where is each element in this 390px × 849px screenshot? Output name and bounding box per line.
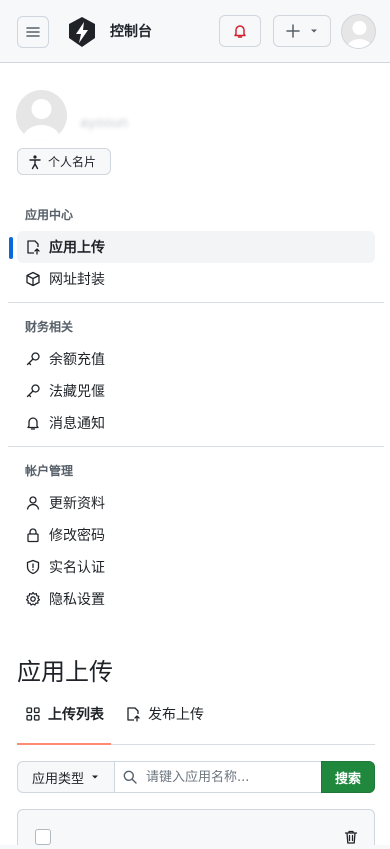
sidebar-item-privacy[interactable]: 隐私设置	[17, 583, 375, 615]
gear-icon	[25, 591, 41, 607]
sidebar-item-update-profile[interactable]: 更新资料	[17, 487, 375, 519]
sidebar-item-label: 消息通知	[49, 416, 105, 432]
caret-down-icon	[90, 772, 100, 782]
section-title-account: 帐户管理	[25, 464, 74, 478]
divider	[8, 302, 384, 303]
upload-file-icon	[125, 706, 141, 722]
sidebar-item-recharge[interactable]: 余额充值	[17, 343, 375, 375]
tab-label: 发布上传	[148, 707, 204, 723]
tab-label: 上传列表	[48, 707, 104, 723]
create-new-button[interactable]	[273, 15, 331, 47]
sidebar-item-label: 更新资料	[49, 496, 105, 512]
search-input[interactable]	[146, 769, 316, 785]
bottom-band	[0, 845, 390, 849]
tab-upload-list[interactable]: 上传列表	[25, 700, 104, 728]
profile-card-label: 个人名片	[48, 155, 97, 169]
tab-publish-upload[interactable]: 发布上传	[125, 700, 204, 728]
sidebar-item-label: 应用上传	[49, 240, 105, 256]
search-field[interactable]	[114, 761, 322, 793]
menu-button[interactable]	[17, 16, 49, 48]
select-all-checkbox[interactable]	[35, 829, 51, 845]
search-icon	[122, 769, 138, 785]
username: ayooun	[80, 116, 129, 131]
sidebar-item-finance-2[interactable]: 法藏兕偃	[17, 375, 375, 407]
user-avatar[interactable]	[341, 14, 376, 49]
key-icon	[25, 351, 41, 367]
section-title-finance: 财务相关	[25, 320, 74, 334]
menu-icon	[25, 24, 41, 40]
top-bar: 控制台	[0, 0, 390, 63]
lightning-logo-icon[interactable]	[66, 16, 98, 48]
shield-icon	[25, 559, 41, 575]
app-title: 控制台	[110, 24, 152, 40]
plus-icon	[285, 23, 301, 39]
grid-icon	[25, 706, 41, 722]
package-icon	[25, 271, 41, 287]
sidebar-item-label: 隐私设置	[49, 592, 105, 608]
sidebar-item-label: 法藏兕偃	[49, 384, 105, 400]
upload-list	[17, 809, 375, 849]
sidebar-item-label: 网址封装	[49, 272, 105, 288]
bell-icon	[25, 415, 41, 431]
app-type-select-label: 应用类型	[31, 771, 84, 787]
caret-down-icon	[309, 26, 319, 36]
sidebar-item-verification[interactable]: 实名认证	[17, 551, 375, 583]
app-type-select[interactable]: 应用类型	[17, 761, 115, 793]
sidebar-item-label: 实名认证	[49, 560, 105, 576]
profile-card-button[interactable]: 个人名片	[17, 148, 111, 175]
divider	[8, 446, 384, 447]
page-title: 应用上传	[17, 658, 113, 686]
sidebar-item-url-wrap[interactable]: 网址封装	[17, 263, 375, 295]
trash-icon[interactable]	[343, 829, 359, 845]
key-icon	[25, 383, 41, 399]
sidebar-item-notifications[interactable]: 消息通知	[17, 407, 375, 439]
search-button[interactable]: 搜索	[321, 761, 375, 793]
sidebar-item-app-upload[interactable]: 应用上传	[17, 231, 375, 263]
sidebar-item-label: 余额充值	[49, 352, 105, 368]
notifications-button[interactable]	[219, 15, 261, 47]
active-tab-underline	[17, 743, 111, 745]
sidebar-item-label: 修改密码	[49, 528, 105, 544]
upload-file-icon	[25, 239, 41, 255]
accessibility-icon	[27, 154, 43, 170]
profile-avatar	[16, 90, 67, 141]
bell-icon	[232, 23, 248, 39]
person-icon	[25, 495, 41, 511]
sidebar-item-change-password[interactable]: 修改密码	[17, 519, 375, 551]
lock-icon	[25, 527, 41, 543]
section-title-app-center: 应用中心	[25, 208, 74, 222]
active-indicator	[9, 237, 13, 259]
